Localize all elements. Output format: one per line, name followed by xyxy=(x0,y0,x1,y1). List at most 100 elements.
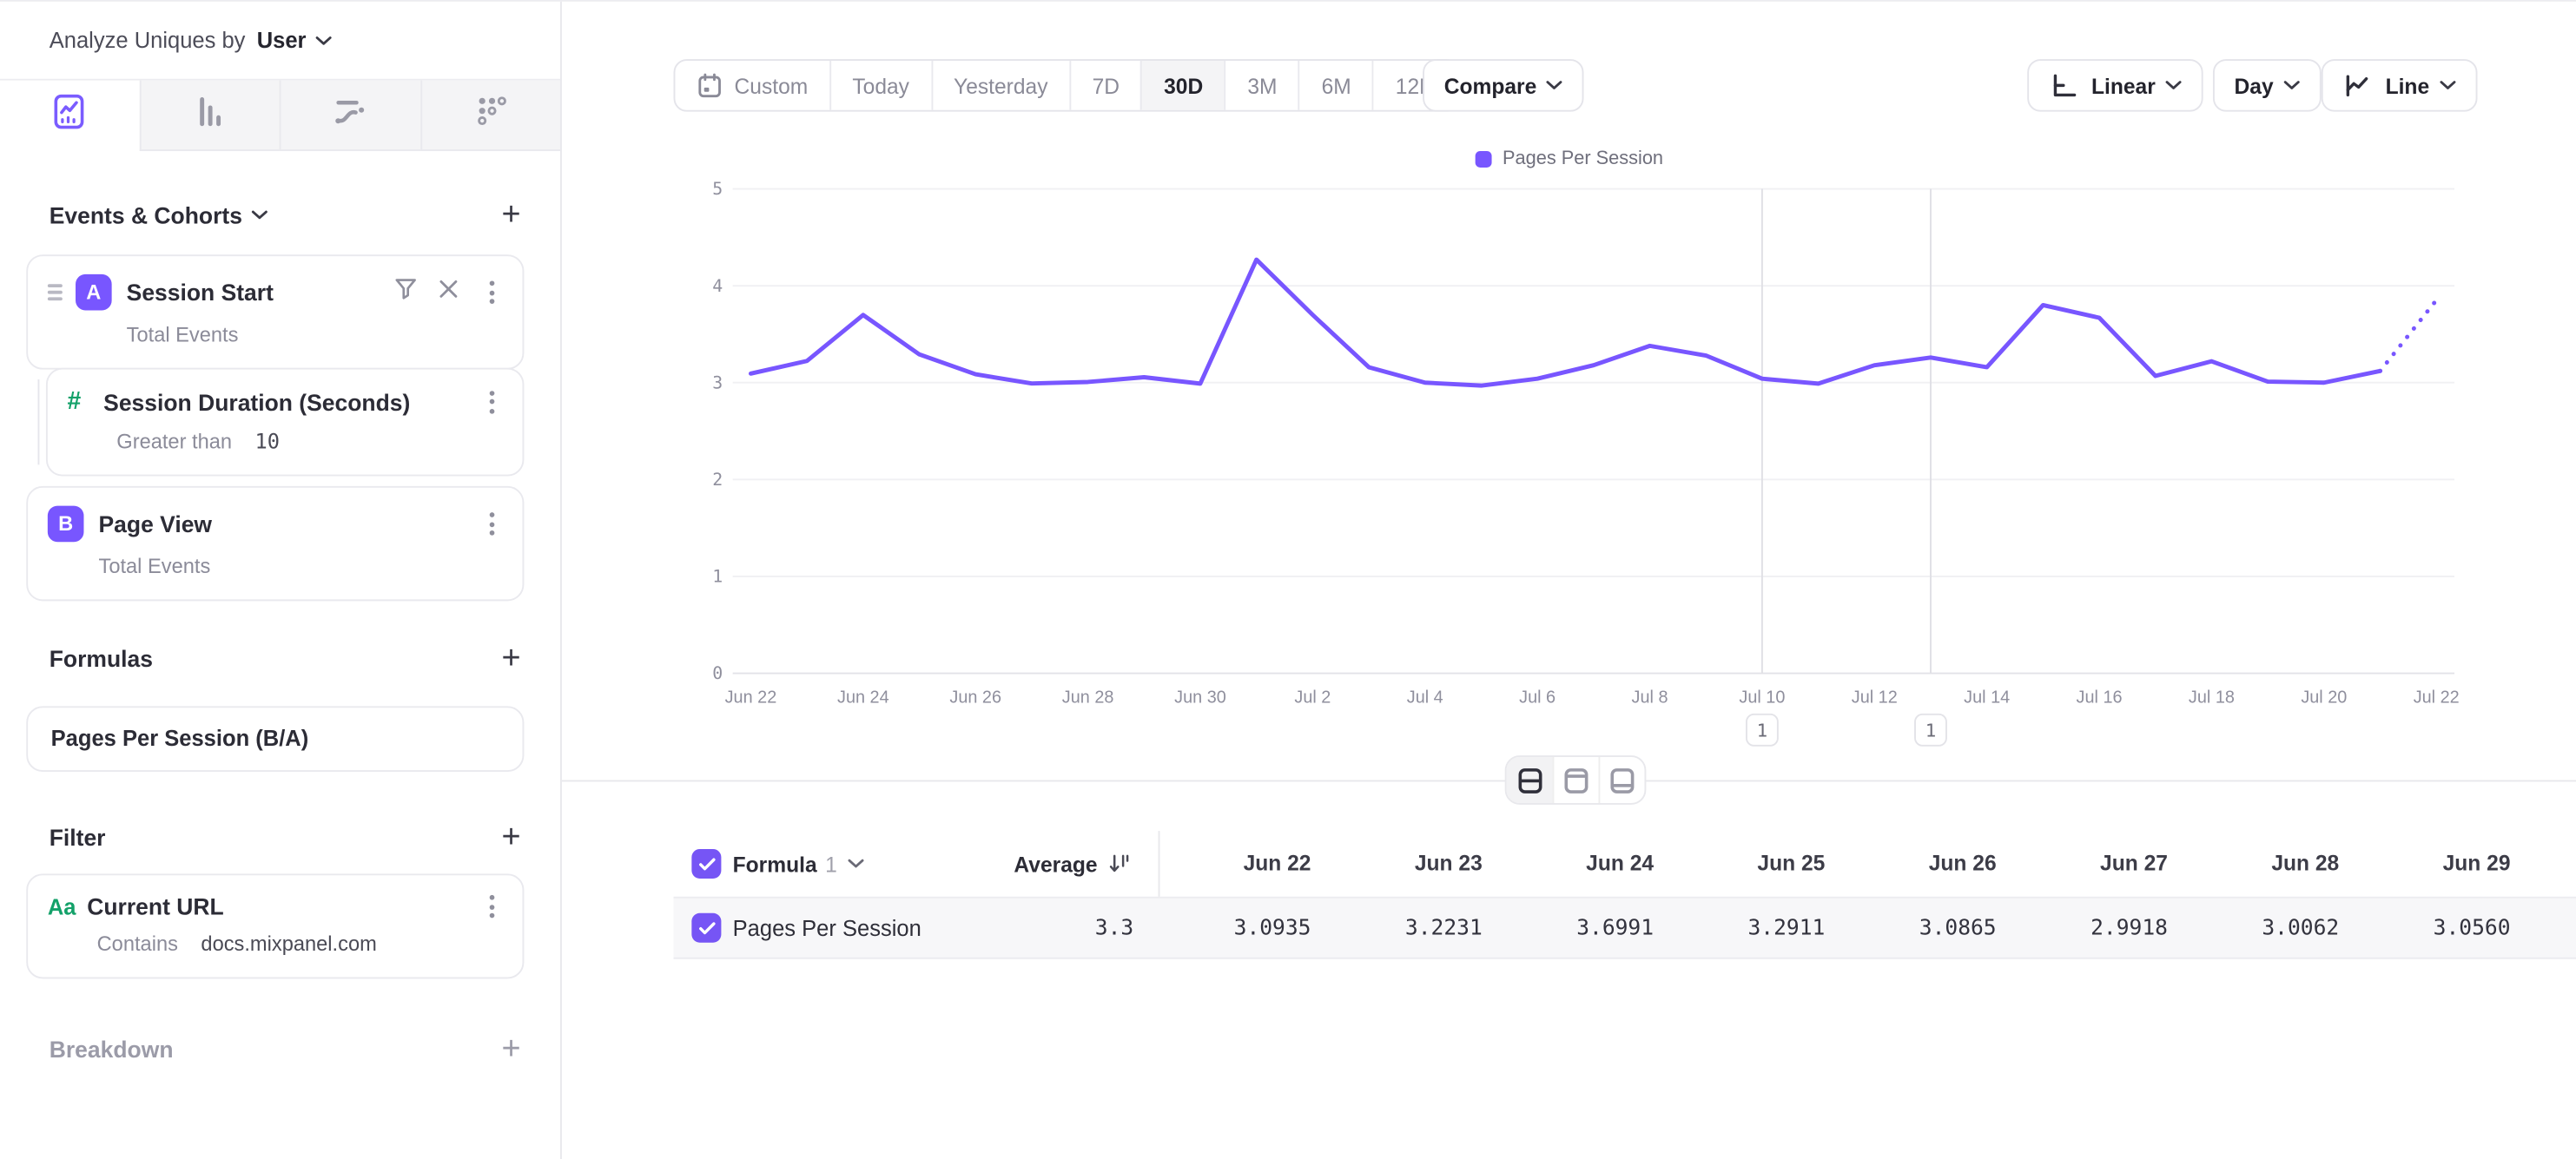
add-formula-button[interactable]: + xyxy=(502,643,521,673)
x-tick-label: Jun 22 xyxy=(725,688,777,708)
layout-table-only-toggle[interactable] xyxy=(1599,757,1645,803)
average-column-header[interactable]: Average xyxy=(890,831,1130,897)
select-all-checkbox[interactable] xyxy=(691,849,721,879)
analyze-by-bar[interactable]: Analyze Uniques by User xyxy=(0,2,560,81)
events-section-title: Events & Cohorts xyxy=(50,202,242,228)
x-tick-label: Jun 28 xyxy=(1062,688,1114,708)
y-tick-label: 3 xyxy=(712,372,723,392)
event-badge-a: A xyxy=(76,274,112,311)
tab-line-chart[interactable] xyxy=(0,81,139,151)
annotation-badge-label: 1 xyxy=(1757,720,1768,741)
event-measure[interactable]: Total Events xyxy=(98,555,502,577)
x-tick-label: Jul 16 xyxy=(2077,688,2123,708)
add-breakdown-button[interactable]: + xyxy=(502,1035,521,1064)
y-tick-label: 2 xyxy=(712,470,723,490)
filter-section-title: Filter xyxy=(50,825,106,851)
event-name[interactable]: Page View xyxy=(98,510,466,537)
date-column-header[interactable]: Jun 29 xyxy=(2353,831,2511,897)
layout-toggle-group xyxy=(1505,755,1647,805)
split-layout-icon xyxy=(1514,765,1545,796)
y-tick-label: 1 xyxy=(712,567,723,587)
chevron-down-icon[interactable] xyxy=(252,210,268,220)
filter-funnel-icon[interactable] xyxy=(394,277,417,308)
layout-split-toggle[interactable] xyxy=(1507,757,1553,803)
cell-value: 3.2911 xyxy=(1668,899,1826,961)
series-line[interactable] xyxy=(750,260,2380,385)
condition-value[interactable]: 10 xyxy=(255,429,280,453)
analyze-by-label: Analyze Uniques by xyxy=(50,28,246,52)
event-card-session-start[interactable]: A Session Start Total Events xyxy=(26,254,524,369)
tab-retention[interactable] xyxy=(419,81,560,151)
x-tick-label: Jul 14 xyxy=(1964,688,2010,708)
event-menu-icon[interactable] xyxy=(479,512,502,535)
line-chart[interactable]: 01234511Jun 22Jun 24Jun 26Jun 28Jun 30Ju… xyxy=(562,2,2576,774)
x-tick-label: Jul 4 xyxy=(1407,688,1443,708)
sort-descending-icon xyxy=(1107,853,1130,875)
row-name: Pages Per Session xyxy=(733,899,921,961)
cell-value: 3.0935 xyxy=(1153,899,1311,961)
query-builder-sidebar: Analyze Uniques by User xyxy=(0,2,562,1159)
remove-event-icon[interactable] xyxy=(439,278,459,307)
line-chart-icon xyxy=(50,92,89,140)
results-table: Formula 1 Average Jun 22Jun 23Jun 24Jun … xyxy=(562,831,2576,959)
date-column-header[interactable]: Jun 23 xyxy=(1324,831,1483,897)
cell-value: 2.9918 xyxy=(2010,899,2168,961)
event-badge-b: B xyxy=(48,506,84,543)
event-measure[interactable]: Total Events xyxy=(127,324,503,346)
row-checkbox[interactable] xyxy=(691,913,721,943)
breakdown-section-header: Breakdown + xyxy=(50,1035,521,1064)
date-column-header[interactable]: Jun 26 xyxy=(1839,831,1997,897)
report-type-tabs xyxy=(0,81,560,151)
drag-handle-icon[interactable] xyxy=(48,285,63,300)
insights-report: Analyze Uniques by User xyxy=(0,0,2576,1159)
breakdown-section-title: Breakdown xyxy=(50,1037,174,1063)
date-column-header[interactable]: Jun 25 xyxy=(1668,831,1826,897)
tab-bar-chart[interactable] xyxy=(139,81,280,151)
annotation-badge-label: 1 xyxy=(1925,720,1937,741)
layout-chart-only-toggle[interactable] xyxy=(1553,757,1599,803)
date-column-header[interactable]: Jun 27 xyxy=(2010,831,2168,897)
analyze-by-value[interactable]: User xyxy=(257,28,307,52)
bottom-bar-layout-icon xyxy=(1607,765,1638,796)
date-column-header[interactable]: Jun 22 xyxy=(1153,831,1311,897)
event-card-page-view[interactable]: B Page View Total Events xyxy=(26,486,524,601)
x-tick-label: Jun 24 xyxy=(837,688,889,708)
x-tick-label: Jul 6 xyxy=(1519,688,1556,708)
x-tick-label: Jul 18 xyxy=(2189,688,2235,708)
event-menu-icon[interactable] xyxy=(479,280,502,303)
table-header-row: Formula 1 Average Jun 22Jun 23Jun 24Jun … xyxy=(562,831,2576,897)
table-row-pages-per-session[interactable]: Pages Per Session 3.3 3.09353.22313.6991… xyxy=(674,897,2576,959)
x-tick-label: Jul 22 xyxy=(2414,688,2460,708)
event-name[interactable]: Session Start xyxy=(127,280,381,306)
formula-number: 1 xyxy=(825,852,837,876)
events-section-header: Events & Cohorts + xyxy=(50,201,521,230)
date-column-header[interactable]: Jun 28 xyxy=(2182,831,2340,897)
y-tick-label: 0 xyxy=(712,663,723,683)
property-filter-card[interactable]: # Session Duration (Seconds) Greater tha… xyxy=(46,368,524,477)
filter-property-name[interactable]: Current URL xyxy=(87,893,466,919)
formula-selector[interactable]: Formula 1 xyxy=(733,831,863,897)
cell-value: 3.0560 xyxy=(2353,899,2511,961)
formula-name[interactable]: Pages Per Session (B/A) xyxy=(51,726,309,750)
y-tick-label: 4 xyxy=(712,276,723,296)
y-tick-label: 5 xyxy=(712,179,723,199)
filter-menu-icon[interactable] xyxy=(479,895,502,918)
row-average-value: 3.3 xyxy=(1002,899,1133,961)
date-column-header[interactable]: Jun 24 xyxy=(1496,831,1654,897)
tab-flow[interactable] xyxy=(280,81,420,151)
property-name[interactable]: Session Duration (Seconds) xyxy=(103,388,466,414)
number-property-icon: # xyxy=(68,387,104,415)
add-filter-button[interactable]: + xyxy=(502,823,521,853)
formula-card[interactable]: Pages Per Session (B/A) xyxy=(26,706,524,772)
property-menu-icon[interactable] xyxy=(479,390,502,412)
filter-value[interactable]: docs.mixpanel.com xyxy=(201,932,376,955)
condition-operator[interactable]: Greater than xyxy=(116,431,232,453)
x-tick-label: Jul 12 xyxy=(1852,688,1898,708)
cell-value: 3.6991 xyxy=(1496,899,1654,961)
add-event-button[interactable]: + xyxy=(502,201,521,230)
filter-operator[interactable]: Contains xyxy=(97,932,178,955)
x-tick-label: Jul 20 xyxy=(2301,688,2347,708)
dot-grid-icon xyxy=(471,91,510,139)
filter-card[interactable]: Aa Current URL Contains docs.mixpanel.co… xyxy=(26,873,524,978)
cell-value: 3.2231 xyxy=(1324,899,1483,961)
